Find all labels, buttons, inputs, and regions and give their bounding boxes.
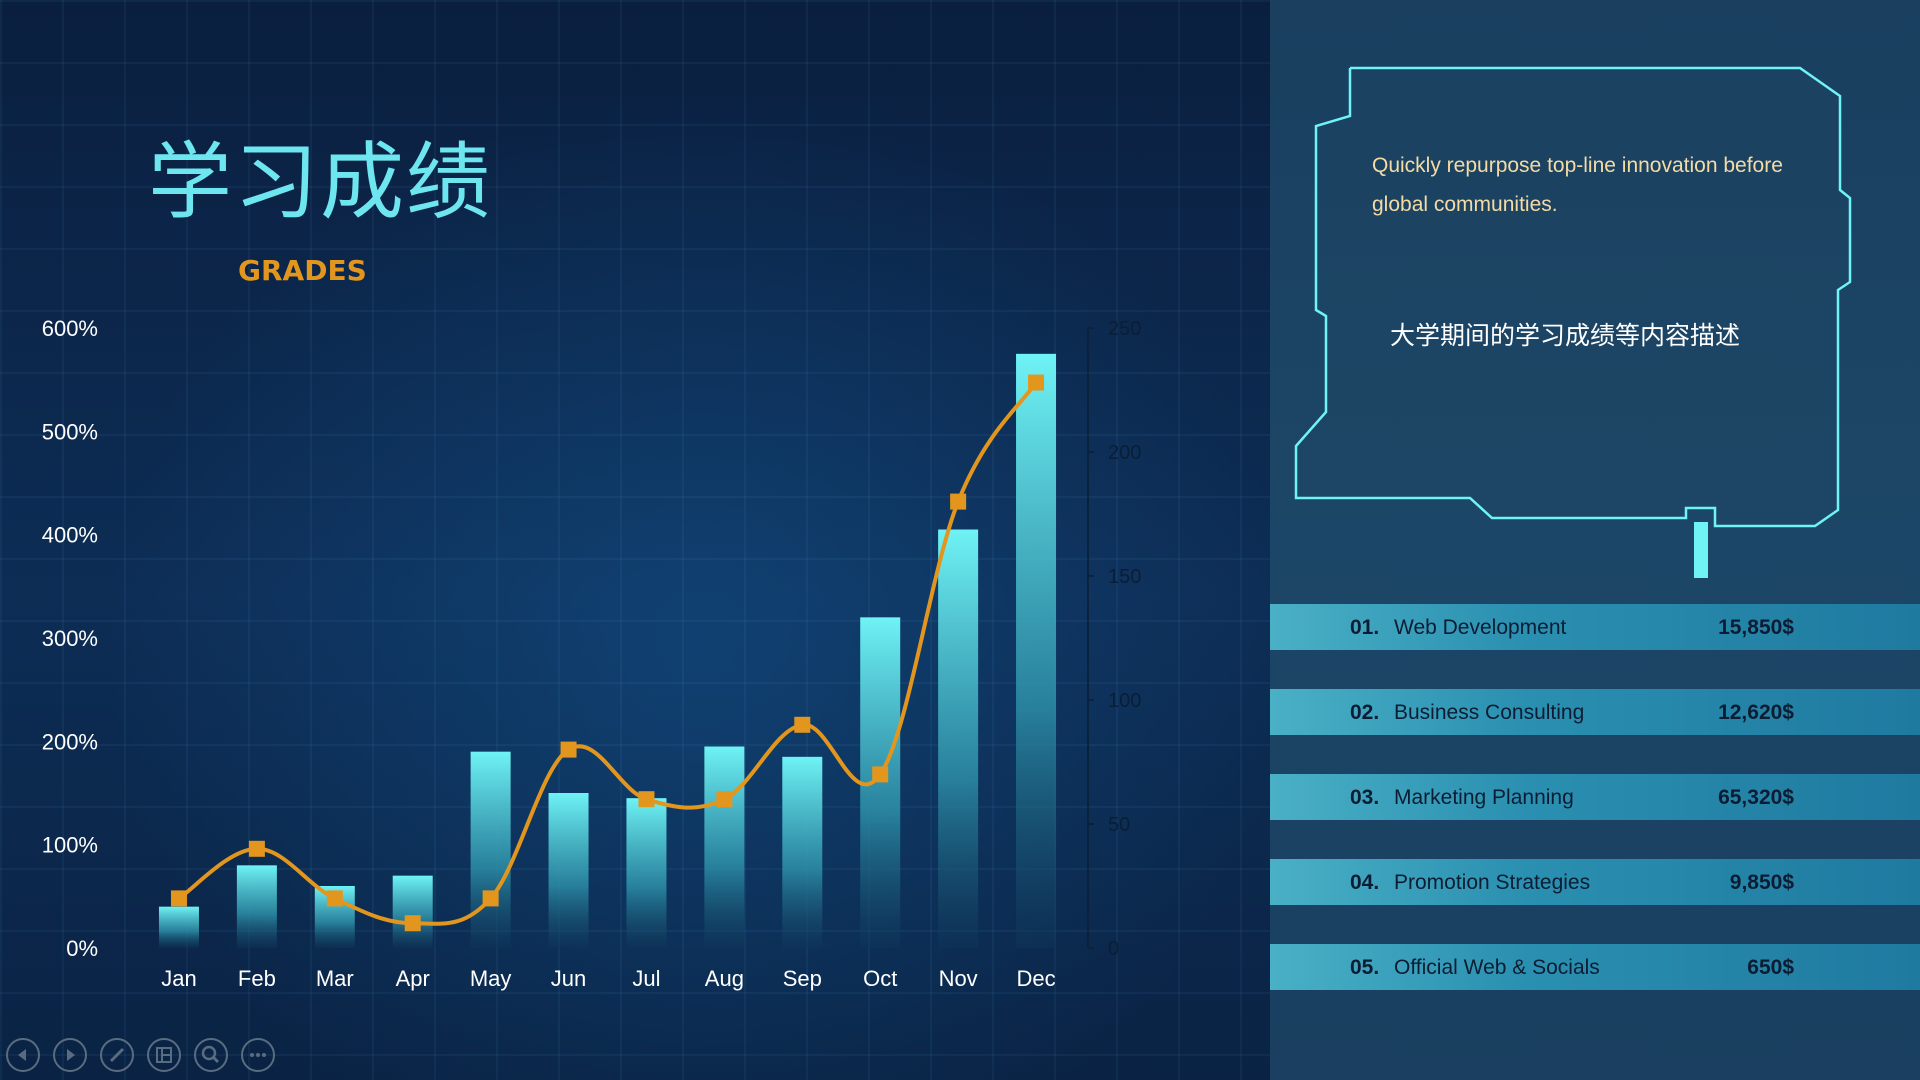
- description-text: Quickly repurpose top-line innovation be…: [1372, 154, 1783, 216]
- bar: [938, 529, 979, 948]
- list-item: 05. Official Web & Socials 650$: [1270, 944, 1920, 990]
- bar: [470, 751, 511, 948]
- item-label: Marketing Planning: [1394, 786, 1574, 809]
- bar: [704, 746, 745, 948]
- secondary-y-tick-label: 200: [1108, 442, 1141, 464]
- secondary-y-tick-label: 100: [1108, 690, 1141, 712]
- y-tick-label: 300%: [42, 626, 98, 651]
- bar: [1016, 353, 1057, 948]
- line-point: [638, 791, 655, 808]
- bar: [392, 875, 433, 948]
- x-tick-label: Sep: [783, 966, 822, 991]
- list-item: 01. Web Development 15,850$: [1270, 604, 1920, 650]
- x-tick-label: Apr: [396, 966, 430, 991]
- y-tick-label: 0%: [66, 936, 98, 961]
- x-tick-label: Dec: [1016, 966, 1055, 991]
- item-label: Official Web & Socials: [1394, 956, 1600, 979]
- bar: [548, 793, 589, 948]
- y-tick-label: 200%: [42, 729, 98, 754]
- item-amount: 9,850$: [1729, 871, 1794, 894]
- grades-chart: 0% 100% 200% 300% 400% 500% 600% 0 50 100 150 200 25…: [42, 316, 1142, 991]
- slides-grid-icon[interactable]: [147, 1038, 181, 1072]
- bar: [236, 865, 277, 948]
- item-label: Business Consulting: [1394, 701, 1585, 724]
- zoom-icon[interactable]: [194, 1038, 228, 1072]
- item-amount: 15,850$: [1718, 616, 1794, 639]
- item-label: Promotion Strategies: [1394, 871, 1591, 894]
- line-point: [794, 716, 811, 733]
- list-item: 04. Promotion Strategies 9,850$: [1270, 859, 1920, 905]
- chart-panel: 学习成绩 GRADES 0% 100% 200% 300% 400% 500% 600% 0 5…: [0, 0, 1270, 1080]
- x-tick-label: Aug: [705, 966, 744, 991]
- bar: [158, 906, 199, 948]
- item-number: 04.: [1350, 871, 1380, 894]
- line-point: [716, 791, 733, 808]
- pen-icon[interactable]: [100, 1038, 134, 1072]
- tech-frame: [1294, 66, 1852, 578]
- item-amount: 65,320$: [1718, 786, 1794, 809]
- x-tick-label: May: [470, 966, 512, 991]
- item-amount: 12,620$: [1718, 701, 1794, 724]
- item-number: 05.: [1350, 956, 1380, 979]
- line-point: [872, 766, 889, 783]
- x-tick-label: Jan: [161, 966, 196, 991]
- next-icon[interactable]: [53, 1038, 87, 1072]
- y-tick-label: 400%: [42, 523, 98, 548]
- item-number: 03.: [1350, 786, 1380, 809]
- x-tick-label: Jun: [551, 966, 586, 991]
- info-panel: Quickly repurpose top-line innovation be…: [1270, 0, 1920, 1080]
- x-tick-label: Mar: [316, 966, 354, 991]
- more-icon[interactable]: [241, 1038, 275, 1072]
- list-item: 03. Marketing Planning 65,320$: [1270, 774, 1920, 820]
- line-point: [560, 741, 577, 758]
- secondary-y-tick-label: 50: [1108, 814, 1130, 836]
- line-point: [326, 890, 343, 907]
- bar: [782, 756, 823, 948]
- line-point: [248, 840, 265, 857]
- y-tick-label: 600%: [42, 316, 98, 341]
- x-tick-label: Oct: [863, 966, 897, 991]
- secondary-y-tick-label: 150: [1108, 566, 1141, 588]
- line-point: [950, 493, 967, 510]
- item-number: 01.: [1350, 616, 1380, 639]
- y-tick-label: 100%: [42, 833, 98, 858]
- list-item: 02. Business Consulting 12,620$: [1270, 689, 1920, 735]
- line-point: [404, 915, 421, 932]
- secondary-y-tick-label: 250: [1108, 318, 1141, 340]
- x-tick-label: Feb: [238, 966, 276, 991]
- item-amount: 650$: [1747, 956, 1794, 979]
- item-label: Web Development: [1394, 616, 1567, 639]
- y-tick-label: 500%: [42, 419, 98, 444]
- page-title: 学习成绩: [148, 133, 493, 231]
- prev-icon[interactable]: [6, 1038, 40, 1072]
- x-tick-label: Jul: [632, 966, 660, 991]
- secondary-y-tick-label: 0: [1108, 938, 1119, 960]
- page-subtitle: GRADES: [238, 254, 367, 287]
- bar: [626, 798, 667, 948]
- line-point: [482, 890, 499, 907]
- line-point: [1028, 374, 1045, 391]
- x-tick-label: Nov: [939, 966, 978, 991]
- description-subtitle: 大学期间的学习成绩等内容描述: [1389, 321, 1740, 350]
- series-line: [177, 381, 1038, 926]
- line-point: [170, 890, 187, 907]
- item-number: 02.: [1350, 701, 1380, 724]
